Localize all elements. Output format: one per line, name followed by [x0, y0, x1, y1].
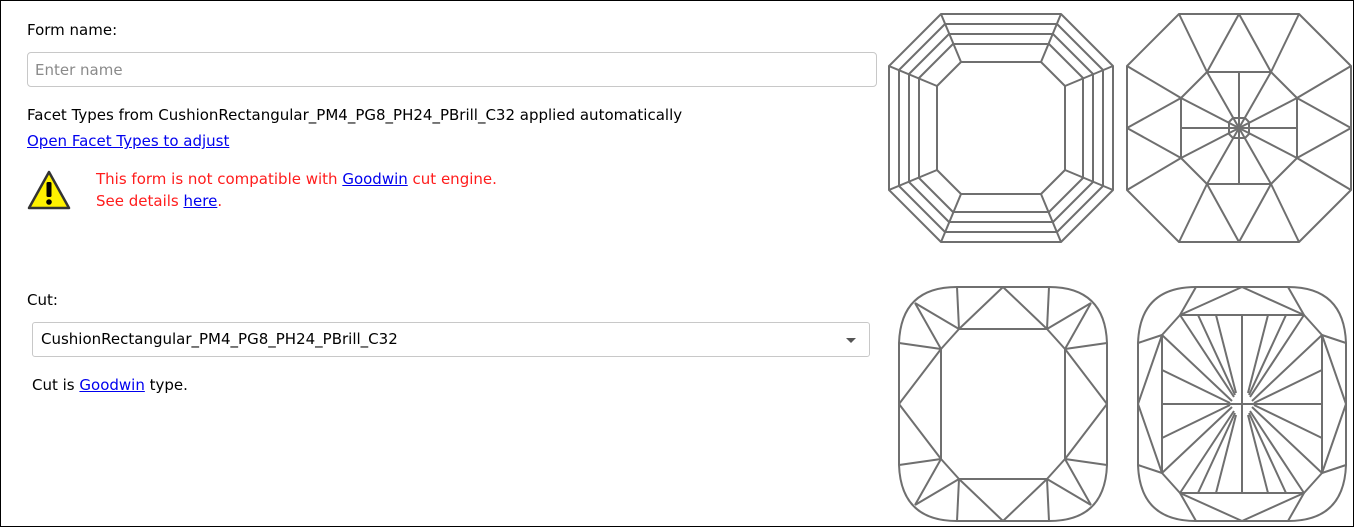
cut-select[interactable]: CushionRectangular_PM4_PG8_PH24_PBrill_C…: [32, 322, 870, 357]
goodwin-link-cut[interactable]: Goodwin: [79, 376, 144, 394]
chevron-down-icon: [846, 338, 856, 343]
cut-select-value: CushionRectangular_PM4_PG8_PH24_PBrill_C…: [41, 330, 398, 348]
cushion-crown-view-icon: [898, 286, 1108, 522]
warning-line-2: See details here.: [96, 192, 223, 210]
cut-label: Cut:: [27, 291, 58, 309]
cut-type-info: Cut is Goodwin type.: [32, 376, 188, 394]
warning-triangle-icon: [27, 170, 71, 210]
octagon-pavilion-view-icon: [1126, 13, 1352, 243]
cushion-pavilion-view-icon: [1137, 286, 1347, 522]
facet-types-info: Facet Types from CushionRectangular_PM4_…: [27, 106, 683, 124]
form-name-label: Form name:: [27, 21, 118, 39]
warning-line-1: This form is not compatible with Goodwin…: [96, 170, 497, 188]
form-name-input[interactable]: [27, 52, 877, 87]
octagon-crown-view-icon: [888, 13, 1114, 243]
details-here-link[interactable]: here: [184, 192, 218, 210]
goodwin-link-warning[interactable]: Goodwin: [342, 170, 407, 188]
open-facet-types-link[interactable]: Open Facet Types to adjust: [27, 132, 229, 150]
